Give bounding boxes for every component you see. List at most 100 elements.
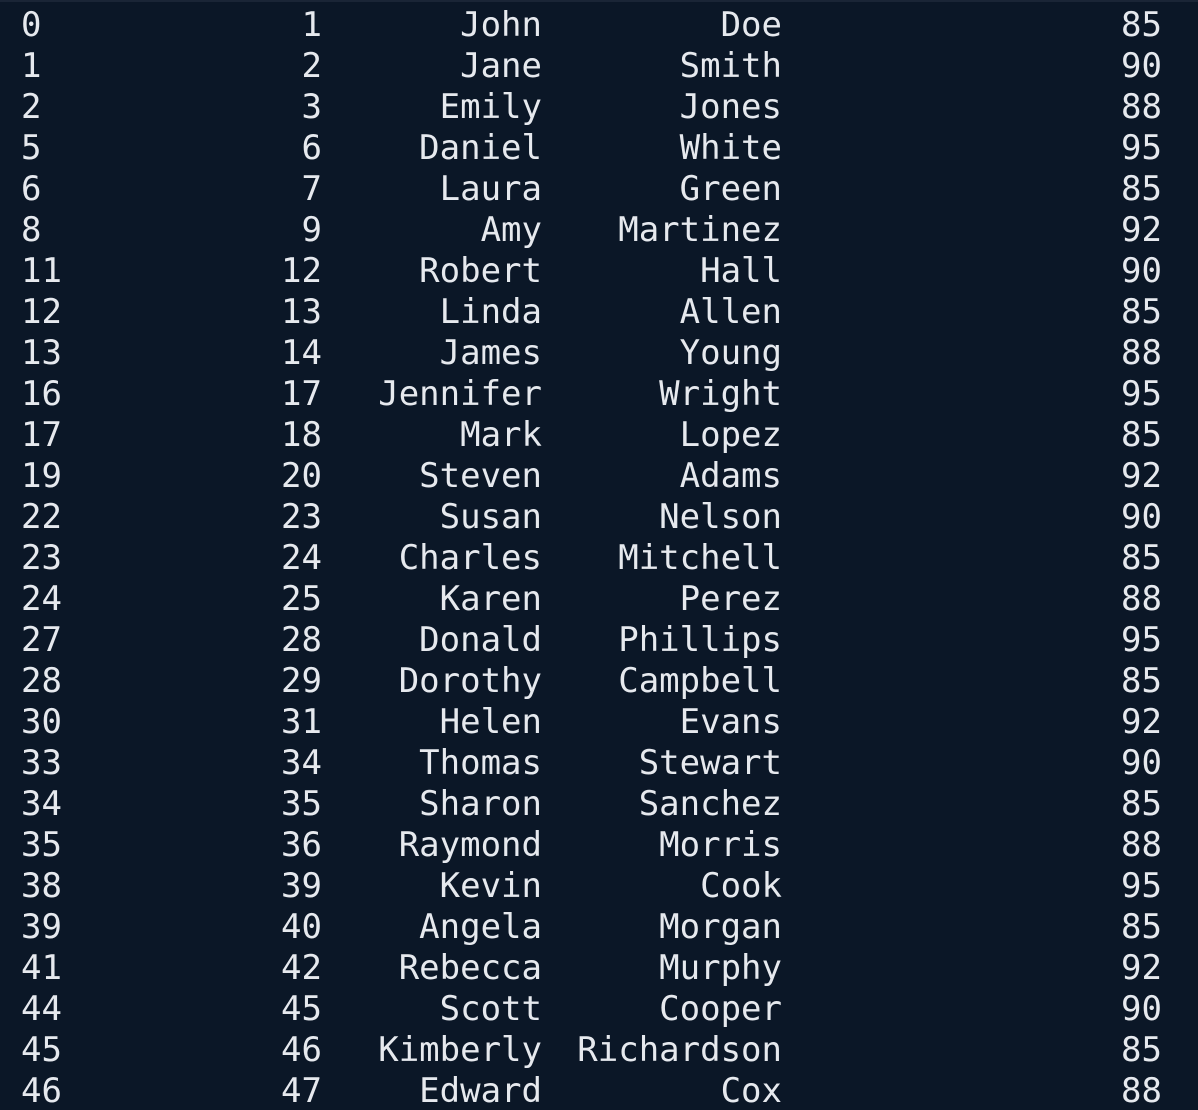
id-cell: 29: [281, 661, 322, 701]
row-index-cell: 19: [21, 456, 62, 496]
first-name-cell: Steven: [419, 456, 542, 496]
id-cell: 17: [281, 374, 322, 414]
first-name-cell: Jennifer: [378, 374, 542, 414]
last-name-cell: Stewart: [638, 743, 782, 783]
last-name-cell: Cooper: [659, 989, 782, 1029]
first-name-cell: Thomas: [419, 743, 542, 783]
first-name-cell: Robert: [419, 251, 542, 291]
last-name-cell: Mitchell: [618, 538, 782, 578]
score-cell: 90: [1121, 497, 1162, 537]
id-cell: 47: [281, 1071, 322, 1110]
last-name-cell: Perez: [679, 579, 782, 619]
first-name-cell: Susan: [439, 497, 542, 537]
last-name-cell: Sanchez: [638, 784, 782, 824]
row-index-cell: 22: [21, 497, 62, 537]
last-name-cell: Lopez: [679, 415, 782, 455]
row-index-cell: 28: [21, 661, 62, 701]
score-cell: 92: [1121, 702, 1162, 742]
score-cell: 90: [1121, 46, 1162, 86]
row-index-cell: 46: [21, 1071, 62, 1110]
id-cell: 25: [281, 579, 322, 619]
id-cell: 12: [281, 251, 322, 291]
table-row: 35 36 Raymond Morris 88: [0, 825, 1198, 866]
score-cell: 88: [1121, 87, 1162, 127]
row-index-cell: 8: [21, 210, 42, 250]
table-row: 2 3 Emily Jones 88: [0, 87, 1198, 128]
row-index-cell: 12: [21, 292, 62, 332]
last-name-cell: White: [679, 128, 782, 168]
row-index-cell: 13: [21, 333, 62, 373]
last-name-cell: Young: [679, 333, 782, 373]
row-index-cell: 41: [21, 948, 62, 988]
first-name-cell: Linda: [439, 292, 542, 332]
table-row: 27 28 Donald Phillips 95: [0, 620, 1198, 661]
score-cell: 95: [1121, 620, 1162, 660]
last-name-cell: Morgan: [659, 907, 782, 947]
row-index-cell: 2: [21, 87, 42, 127]
first-name-cell: Scott: [439, 989, 542, 1029]
last-name-cell: Martinez: [618, 210, 782, 250]
last-name-cell: Campbell: [618, 661, 782, 701]
score-cell: 90: [1121, 989, 1162, 1029]
score-cell: 85: [1121, 538, 1162, 578]
table-row: 17 18 Mark Lopez 85: [0, 415, 1198, 456]
last-name-cell: Cox: [720, 1071, 782, 1110]
score-cell: 88: [1121, 1071, 1162, 1110]
first-name-cell: Jane: [460, 46, 542, 86]
table-row: 0 1 John Doe 85: [0, 5, 1198, 46]
first-name-cell: Donald: [419, 620, 542, 660]
table-row: 8 9 Amy Martinez 92: [0, 210, 1198, 251]
score-cell: 92: [1121, 456, 1162, 496]
last-name-cell: Evans: [679, 702, 782, 742]
score-cell: 92: [1121, 210, 1162, 250]
table-row: 28 29 Dorothy Campbell 85: [0, 661, 1198, 702]
first-name-cell: Daniel: [419, 128, 542, 168]
first-name-cell: Mark: [460, 415, 542, 455]
last-name-cell: Murphy: [659, 948, 782, 988]
id-cell: 1: [301, 5, 322, 45]
row-index-cell: 45: [21, 1030, 62, 1070]
row-index-cell: 24: [21, 579, 62, 619]
last-name-cell: Cook: [700, 866, 782, 906]
score-cell: 95: [1121, 866, 1162, 906]
id-cell: 34: [281, 743, 322, 783]
table-row: 11 12 Robert Hall 90: [0, 251, 1198, 292]
first-name-cell: Kimberly: [378, 1030, 542, 1070]
first-name-cell: Dorothy: [398, 661, 542, 701]
row-index-cell: 44: [21, 989, 62, 1029]
table-row: 34 35 Sharon Sanchez 85: [0, 784, 1198, 825]
table-row: 22 23 Susan Nelson 90: [0, 497, 1198, 538]
last-name-cell: Morris: [659, 825, 782, 865]
table-row: 23 24 Charles Mitchell 85: [0, 538, 1198, 579]
table-row: 46 47 Edward Cox 88: [0, 1071, 1198, 1110]
id-cell: 42: [281, 948, 322, 988]
table-row: 12 13 Linda Allen 85: [0, 292, 1198, 333]
first-name-cell: Laura: [439, 169, 542, 209]
row-index-cell: 23: [21, 538, 62, 578]
id-cell: 46: [281, 1030, 322, 1070]
first-name-cell: James: [439, 333, 542, 373]
score-cell: 90: [1121, 743, 1162, 783]
score-cell: 90: [1121, 251, 1162, 291]
last-name-cell: Green: [679, 169, 782, 209]
first-name-cell: Amy: [480, 210, 542, 250]
id-cell: 24: [281, 538, 322, 578]
row-index-cell: 0: [21, 5, 42, 45]
last-name-cell: Adams: [679, 456, 782, 496]
score-cell: 85: [1121, 292, 1162, 332]
score-cell: 85: [1121, 415, 1162, 455]
row-index-cell: 6: [21, 169, 42, 209]
first-name-cell: John: [460, 5, 542, 45]
last-name-cell: Jones: [679, 87, 782, 127]
score-cell: 85: [1121, 784, 1162, 824]
row-index-cell: 11: [21, 251, 62, 291]
id-cell: 6: [301, 128, 322, 168]
table-row: 19 20 Steven Adams 92: [0, 456, 1198, 497]
table-row: 33 34 Thomas Stewart 90: [0, 743, 1198, 784]
id-cell: 23: [281, 497, 322, 537]
id-cell: 13: [281, 292, 322, 332]
first-name-cell: Kevin: [439, 866, 542, 906]
last-name-cell: Allen: [679, 292, 782, 332]
id-cell: 36: [281, 825, 322, 865]
row-index-cell: 30: [21, 702, 62, 742]
